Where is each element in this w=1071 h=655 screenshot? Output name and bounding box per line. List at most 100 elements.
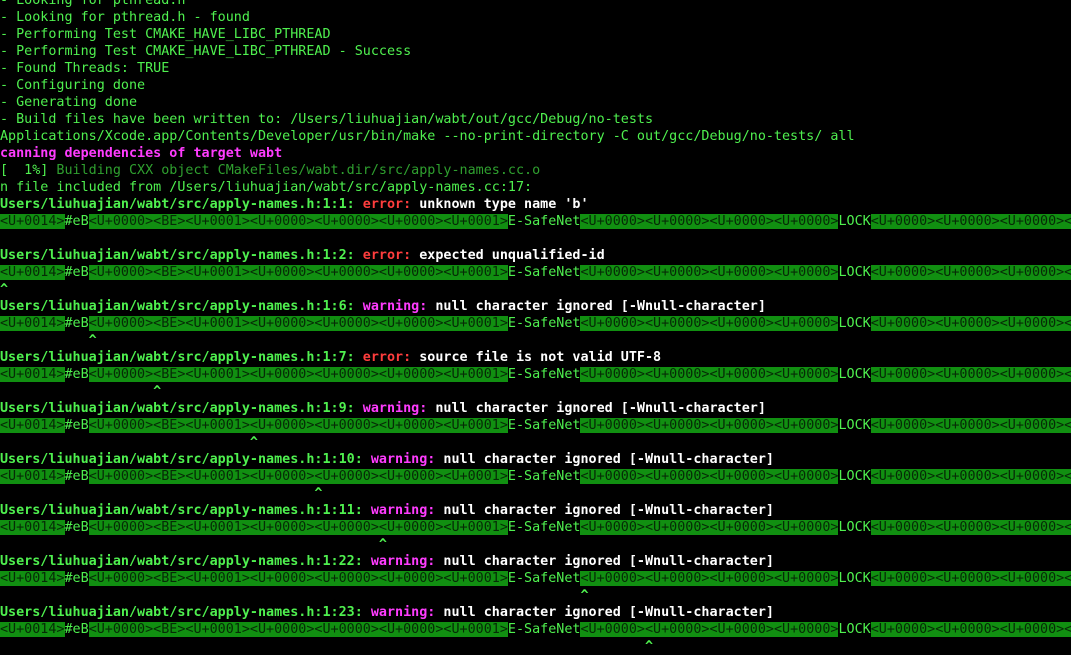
source-text: E-SafeNet (507, 469, 581, 484)
terminal-line: - Configuring done (0, 77, 1071, 94)
invalid-bytes: <U+0000><U+0000><U+0000><U+0000> (580, 520, 839, 535)
terminal-line: Users/liuhuajian/wabt/src/apply-names.h:… (0, 502, 1071, 519)
terminal-line: <U+0014>#eB<U+0000><BE><U+0001><U+0000><… (0, 264, 1071, 281)
output-text: - Found Threads: TRUE (0, 61, 170, 76)
error-label: error: (362, 248, 420, 263)
source-text: #eB (64, 214, 89, 229)
source-text: LOCK (838, 367, 871, 382)
output-text: - Performing Test CMAKE_HAVE_LIBC_PTHREA… (0, 27, 331, 42)
invalid-bytes: <U+0000><U+0000><U+0000><U+0000> (580, 571, 839, 586)
error-label: error: (362, 197, 420, 212)
invalid-bytes: <U+0014> (0, 622, 65, 637)
terminal-line: Users/liuhuajian/wabt/src/apply-names.h:… (0, 298, 1071, 315)
terminal-line: - Found Threads: TRUE (0, 60, 1071, 77)
invalid-bytes: <U+0000><U+0000><U+0000><U+0000><U+0000>… (870, 214, 1071, 229)
source-text: LOCK (838, 316, 871, 331)
invalid-bytes: <U+0000><BE><U+0001><U+0000><U+0000><U+0… (88, 367, 508, 382)
terminal-line: Users/liuhuajian/wabt/src/apply-names.h:… (0, 247, 1071, 264)
source-text: LOCK (838, 214, 871, 229)
source-text: E-SafeNet (507, 367, 581, 382)
terminal-line: - Performing Test CMAKE_HAVE_LIBC_PTHREA… (0, 26, 1071, 43)
terminal-line: ^ (0, 587, 1071, 604)
terminal-line: Users/liuhuajian/wabt/src/apply-names.h:… (0, 400, 1071, 417)
invalid-bytes: <U+0000><U+0000><U+0000><U+0000> (580, 367, 839, 382)
invalid-bytes: <U+0000><U+0000><U+0000><U+0000><U+0000>… (870, 265, 1071, 280)
invalid-bytes: <U+0000><BE><U+0001><U+0000><U+0000><U+0… (88, 469, 508, 484)
source-text: E-SafeNet (507, 520, 581, 535)
diagnostic-location: Users/liuhuajian/wabt/src/apply-names.h:… (0, 452, 371, 467)
terminal-output[interactable]: - Looking for pthread.h - Looking for pth… (0, 0, 1071, 655)
source-text: LOCK (838, 571, 871, 586)
diagnostic-location: Users/liuhuajian/wabt/src/apply-names.h:… (0, 350, 363, 365)
invalid-bytes: <U+0000><U+0000><U+0000><U+0000> (580, 265, 839, 280)
output-text: - Looking for pthread.h - found (0, 10, 250, 25)
invalid-bytes: <U+0000><U+0000><U+0000><U+0000><U+0000>… (870, 520, 1071, 535)
warning-label: warning: (362, 299, 436, 314)
invalid-bytes: <U+0000><BE><U+0001><U+0000><U+0000><U+0… (88, 622, 508, 637)
invalid-bytes: <U+0000><U+0000><U+0000><U+0000><U+0000>… (870, 418, 1071, 433)
build-step-text: Building CXX object CMakeFiles/wabt.dir/… (48, 163, 541, 178)
caret-marker: ^ (0, 639, 654, 654)
terminal-line: Users/liuhuajian/wabt/src/apply-names.h:… (0, 349, 1071, 366)
caret-marker: ^ (0, 537, 387, 552)
caret-marker: ^ (0, 333, 97, 348)
caret-marker: ^ (0, 588, 589, 603)
terminal-line: n file included from /Users/liuhuajian/w… (0, 179, 1071, 196)
source-text: #eB (64, 622, 89, 637)
diagnostic-location: Users/liuhuajian/wabt/src/apply-names.h:… (0, 401, 363, 416)
terminal-line: <U+0014>#eB<U+0000><BE><U+0001><U+0000><… (0, 468, 1071, 485)
terminal-line: canning dependencies of target wabt (0, 145, 1071, 162)
diagnostic-message: null character ignored [-Wnull-character… (435, 401, 766, 416)
output-text: - Performing Test CMAKE_HAVE_LIBC_PTHREA… (0, 44, 412, 59)
invalid-bytes: <U+0014> (0, 214, 65, 229)
invalid-bytes: <U+0000><BE><U+0001><U+0000><U+0000><U+0… (88, 418, 508, 433)
scanning-dependencies-text: canning dependencies of target wabt (0, 146, 283, 161)
invalid-bytes: <U+0000><U+0000><U+0000><U+0000> (580, 316, 839, 331)
diagnostic-location: Users/liuhuajian/wabt/src/apply-names.h:… (0, 554, 371, 569)
source-text: LOCK (838, 418, 871, 433)
terminal-line: ^ (0, 434, 1071, 451)
source-text: E-SafeNet (507, 214, 581, 229)
source-text: #eB (64, 520, 89, 535)
source-text: #eB (64, 316, 89, 331)
output-text: n file included from /Users/liuhuajian/w… (0, 180, 533, 195)
warning-label: warning: (362, 401, 436, 416)
terminal-line: - Build files have been written to: /Use… (0, 111, 1071, 128)
invalid-bytes: <U+0014> (0, 571, 65, 586)
diagnostic-location: Users/liuhuajian/wabt/src/apply-names.h:… (0, 248, 363, 263)
source-text: LOCK (838, 469, 871, 484)
invalid-bytes: <U+0000><U+0000><U+0000><U+0000> (580, 214, 839, 229)
terminal-line: - Performing Test CMAKE_HAVE_LIBC_PTHREA… (0, 43, 1071, 60)
warning-label: warning: (370, 605, 444, 620)
caret-marker: ^ (0, 486, 323, 501)
build-progress: [ 1%] (0, 163, 49, 178)
diagnostic-message: source file is not valid UTF-8 (419, 350, 662, 365)
terminal-line: <U+0014>#eB<U+0000><BE><U+0001><U+0000><… (0, 621, 1071, 638)
terminal-line: - Looking for pthread.h (0, 0, 1071, 9)
invalid-bytes: <U+0014> (0, 520, 65, 535)
warning-label: warning: (370, 554, 444, 569)
terminal-line: ^ (0, 332, 1071, 349)
warning-label: warning: (370, 503, 444, 518)
caret-marker: ^ (0, 384, 162, 399)
invalid-bytes: <U+0000><BE><U+0001><U+0000><U+0000><U+0… (88, 316, 508, 331)
error-label: error: (362, 350, 420, 365)
invalid-bytes: <U+0000><U+0000><U+0000><U+0000> (580, 418, 839, 433)
terminal-line: ^ (0, 638, 1071, 655)
output-text: - Configuring done (0, 78, 146, 93)
source-text: LOCK (838, 265, 871, 280)
terminal-line: ^ (0, 485, 1071, 502)
diagnostic-location: Users/liuhuajian/wabt/src/apply-names.h:… (0, 503, 371, 518)
terminal-line: <U+0014>#eB<U+0000><BE><U+0001><U+0000><… (0, 366, 1071, 383)
diagnostic-message: null character ignored [-Wnull-character… (443, 503, 774, 518)
diagnostic-message: null character ignored [-Wnull-character… (443, 452, 774, 467)
terminal-line: <U+0014>#eB<U+0000><BE><U+0001><U+0000><… (0, 315, 1071, 332)
source-text: E-SafeNet (507, 571, 581, 586)
invalid-bytes: <U+0000><BE><U+0001><U+0000><U+0000><U+0… (88, 214, 508, 229)
terminal-line: <U+0014>#eB<U+0000><BE><U+0001><U+0000><… (0, 570, 1071, 587)
caret-marker: ^ (0, 435, 258, 450)
output-text: - Generating done (0, 95, 138, 110)
diagnostic-location: Users/liuhuajian/wabt/src/apply-names.h:… (0, 197, 363, 212)
output-text: - Looking for pthread.h (0, 0, 186, 8)
